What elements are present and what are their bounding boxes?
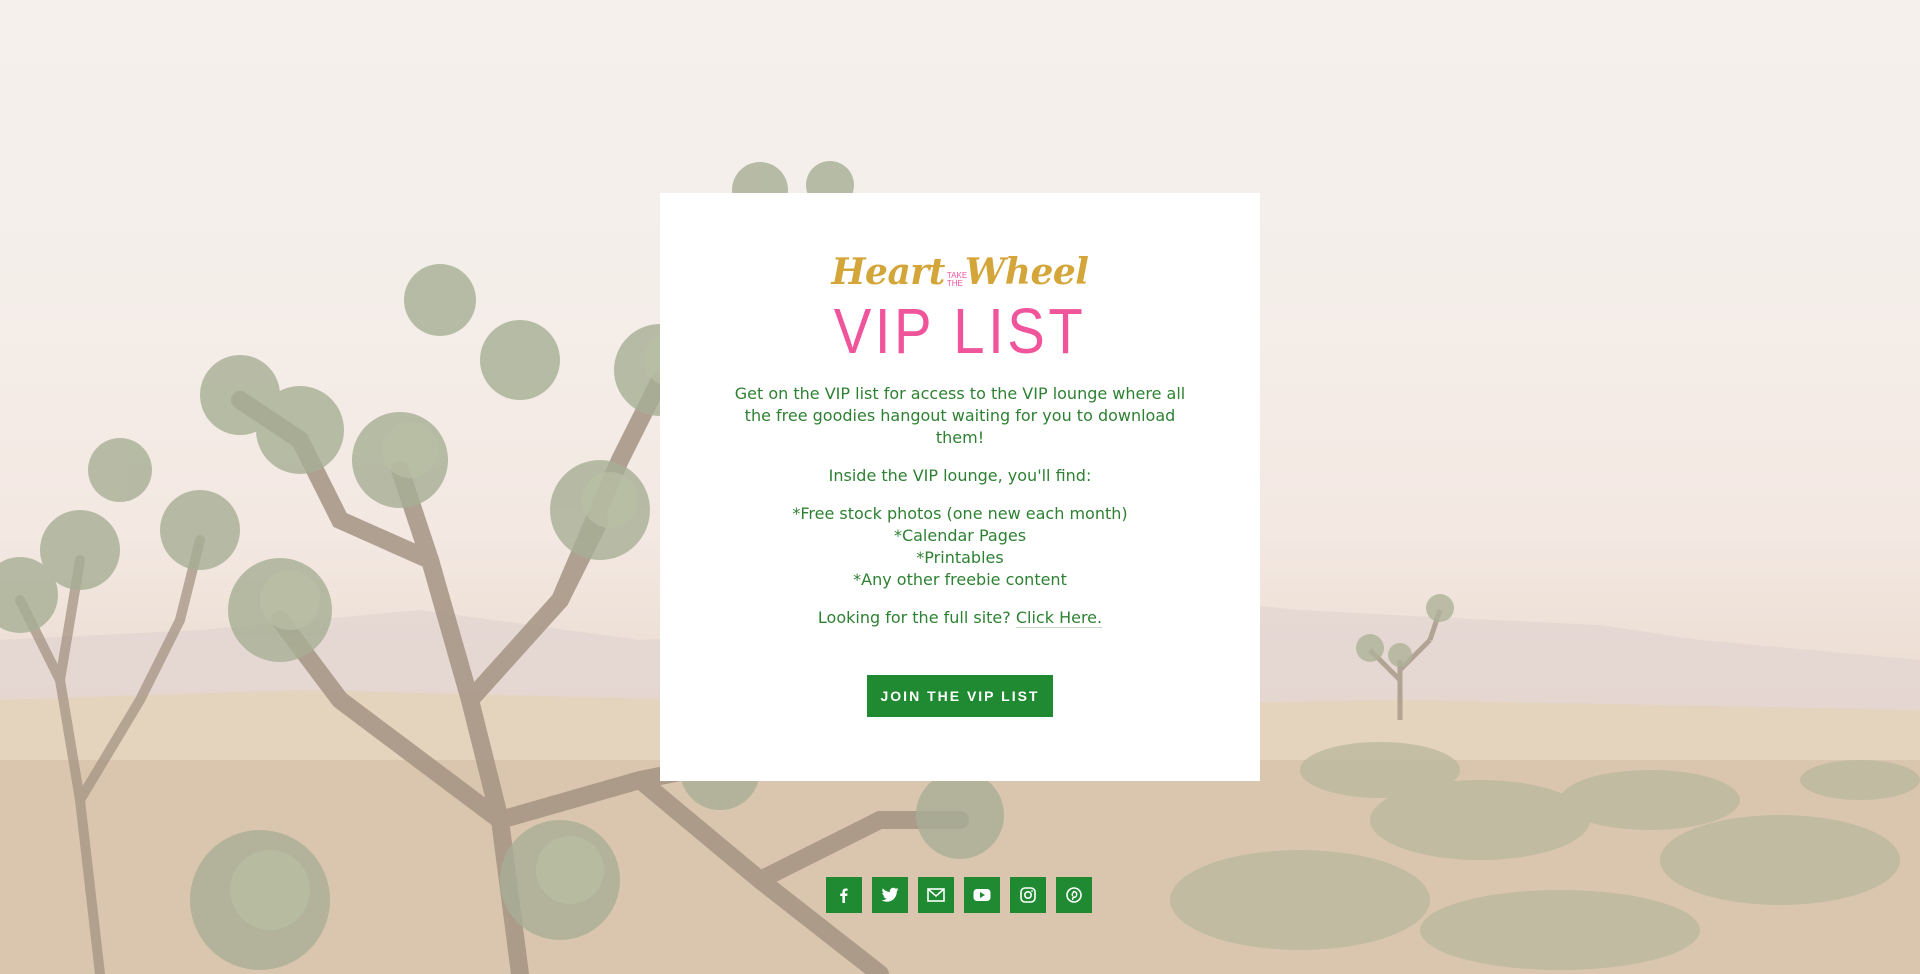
- social-links: [826, 877, 1092, 913]
- description: Get on the VIP list for access to the VI…: [720, 383, 1200, 645]
- full-site-link[interactable]: Click Here.: [1015, 608, 1103, 628]
- logo-heart-text: Heart: [831, 251, 946, 293]
- email-button[interactable]: [918, 877, 954, 913]
- vip-list-title: VIP LIST: [833, 295, 1087, 367]
- youtube-button[interactable]: [964, 877, 1000, 913]
- heart-take-the-wheel-logo: Heart TAKE THEWheel: [660, 251, 1260, 301]
- logo-wheel-text: Wheel: [964, 251, 1089, 293]
- join-vip-list-button[interactable]: JOIN THE VIP LIST: [867, 675, 1053, 717]
- pinterest-button[interactable]: [1056, 877, 1092, 913]
- perk-item: *Printables: [916, 548, 1004, 567]
- perk-item: *Calendar Pages: [893, 526, 1027, 545]
- inside-text: Inside the VIP lounge, you'll find:: [828, 466, 1092, 485]
- email-icon: [927, 888, 945, 902]
- pinterest-icon: [1066, 887, 1082, 903]
- logo-take-the-text: TAKE THE: [946, 270, 968, 288]
- perk-item: *Free stock photos (one new each month): [792, 504, 1128, 523]
- facebook-icon: [840, 888, 848, 903]
- perk-item: *Any other freebie content: [853, 570, 1067, 589]
- instagram-button[interactable]: [1010, 877, 1046, 913]
- instagram-icon: [1020, 887, 1036, 903]
- full-site-line: Looking for the full site? Click Here.: [720, 607, 1200, 629]
- twitter-icon: [881, 887, 899, 902]
- intro-text: Get on the VIP list for access to the VI…: [734, 384, 1186, 447]
- twitter-button[interactable]: [872, 877, 908, 913]
- facebook-button[interactable]: [826, 877, 862, 913]
- full-site-prefix: Looking for the full site?: [817, 608, 1011, 627]
- vip-signup-card: Heart TAKE THEWheel VIP LIST Get on the V…: [660, 193, 1260, 781]
- youtube-icon: [973, 889, 991, 901]
